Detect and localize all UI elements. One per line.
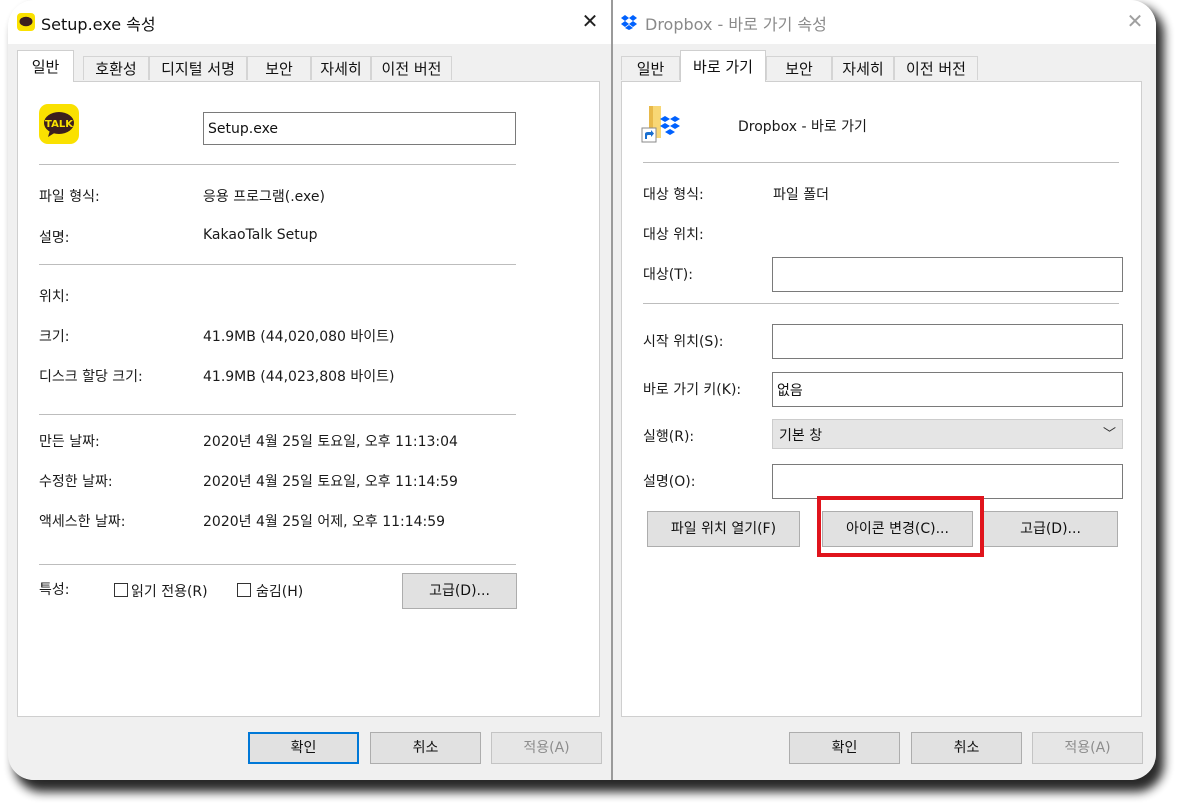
svg-text:TALK: TALK: [45, 119, 74, 130]
modified-label: 수정한 날짜:: [39, 474, 113, 490]
cancel-button[interactable]: 취소: [370, 732, 481, 764]
modified-value: 2020년 4월 25일 토요일, 오후 11:14:59: [203, 474, 458, 490]
description-label: 설명:: [39, 230, 70, 246]
created-label: 만든 날짜:: [39, 434, 100, 450]
dropbox-icon: [621, 15, 637, 30]
target-label: 대상(T):: [643, 267, 693, 283]
setup-properties-dialog: Setup.exe 속성 ✕ 일반 호환성 디지털 서명 보안 자세히 이전 버…: [8, 0, 611, 780]
separator: [39, 564, 516, 565]
separator: [643, 303, 1119, 304]
disk-size-value: 41.9MB (44,023,808 바이트): [203, 369, 395, 385]
hidden-checkbox[interactable]: [237, 583, 251, 597]
readonly-checkbox[interactable]: [114, 583, 128, 597]
run-dropdown[interactable]: 기본 창 ﹀: [772, 419, 1123, 449]
start-in-field[interactable]: [772, 324, 1123, 359]
kakaotalk-app-icon: TALK: [39, 104, 79, 144]
kakaotalk-icon: [17, 13, 35, 31]
location-label: 위치:: [39, 289, 70, 305]
run-value: 기본 창: [779, 428, 823, 444]
shortcut-tab-panel: Dropbox - 바로 가기 대상 형식: 파일 폴더 대상 위치: 대상(T…: [621, 81, 1142, 717]
tab-security[interactable]: 보안: [766, 56, 832, 80]
shortcut-name: Dropbox - 바로 가기: [738, 119, 867, 135]
created-value: 2020년 4월 25일 토요일, 오후 11:13:04: [203, 434, 458, 450]
close-button[interactable]: ✕: [1124, 10, 1146, 32]
run-label: 실행(R):: [643, 429, 695, 445]
tab-digital-signature[interactable]: 디지털 서명: [149, 56, 247, 80]
disk-size-label: 디스크 할당 크기:: [39, 369, 143, 385]
window-title: Dropbox - 바로 가기 속성: [645, 15, 827, 34]
advanced-button[interactable]: 고급(D)...: [983, 511, 1118, 547]
size-label: 크기:: [39, 329, 70, 345]
hotkey-label: 바로 가기 키(K):: [643, 382, 742, 398]
target-field[interactable]: [772, 257, 1123, 292]
accessed-label: 액세스한 날짜:: [39, 514, 126, 530]
advanced-attributes-button[interactable]: 고급(D)...: [402, 573, 517, 609]
apply-button[interactable]: 적용(A): [1032, 732, 1143, 764]
file-name-field[interactable]: [203, 112, 516, 145]
start-in-label: 시작 위치(S):: [643, 334, 724, 350]
dropbox-folder-shortcut-icon: [641, 106, 680, 143]
tab-details[interactable]: 자세히: [832, 56, 894, 80]
screenshot-frame: Setup.exe 속성 ✕ 일반 호환성 디지털 서명 보안 자세히 이전 버…: [8, 0, 1156, 780]
hotkey-field[interactable]: [772, 372, 1123, 407]
comment-label: 설명(O):: [643, 474, 696, 490]
open-file-location-button[interactable]: 파일 위치 열기(F): [647, 511, 800, 547]
hidden-label[interactable]: 숨김(H): [256, 581, 303, 601]
separator: [39, 164, 516, 165]
target-type-label: 대상 형식:: [643, 187, 704, 203]
separator: [39, 414, 516, 415]
comment-field[interactable]: [772, 464, 1123, 499]
cancel-button[interactable]: 취소: [911, 732, 1022, 764]
target-location-label: 대상 위치:: [643, 227, 704, 243]
tab-general[interactable]: 일반: [17, 50, 74, 82]
ok-button[interactable]: 확인: [789, 732, 900, 764]
separator: [39, 264, 516, 265]
window-title: Setup.exe 속성: [41, 15, 156, 34]
description-value: KakaoTalk Setup: [203, 227, 318, 243]
chevron-down-icon: ﹀: [1102, 427, 1116, 442]
accessed-value: 2020년 4월 25일 어제, 오후 11:14:59: [203, 514, 446, 530]
tab-general[interactable]: 일반: [621, 56, 680, 80]
ok-button[interactable]: 확인: [248, 732, 359, 764]
dropbox-shortcut-properties-dialog: Dropbox - 바로 가기 속성 ✕ 일반 바로 가기 보안 자세히 이전 …: [613, 0, 1156, 780]
size-value: 41.9MB (44,020,080 바이트): [203, 329, 395, 345]
readonly-label[interactable]: 읽기 전용(R): [131, 581, 208, 601]
tab-strip: 일반 바로 가기 보안 자세히 이전 버전: [621, 50, 1156, 82]
target-type-value: 파일 폴더: [773, 187, 829, 203]
tab-details[interactable]: 자세히: [311, 56, 371, 80]
tab-security[interactable]: 보안: [247, 56, 311, 80]
tab-previous-versions[interactable]: 이전 버전: [371, 56, 452, 80]
title-bar: Setup.exe 속성 ✕: [8, 0, 611, 44]
highlight-box: [817, 496, 984, 557]
tab-previous-versions[interactable]: 이전 버전: [894, 56, 978, 80]
general-tab-panel: TALK 파일 형식: 응용 프로그램(.exe) 설명: KakaoTalk …: [17, 81, 600, 717]
tab-shortcut[interactable]: 바로 가기: [680, 50, 766, 82]
title-bar: Dropbox - 바로 가기 속성 ✕: [613, 0, 1156, 44]
tab-strip: 일반 호환성 디지털 서명 보안 자세히 이전 버전: [17, 50, 611, 82]
file-type-value: 응용 프로그램(.exe): [203, 189, 325, 205]
apply-button[interactable]: 적용(A): [491, 732, 602, 764]
attributes-label: 특성:: [39, 582, 70, 598]
tab-compatibility[interactable]: 호환성: [83, 56, 149, 80]
file-type-label: 파일 형식:: [39, 189, 100, 205]
separator: [643, 162, 1119, 163]
close-button[interactable]: ✕: [579, 10, 601, 32]
